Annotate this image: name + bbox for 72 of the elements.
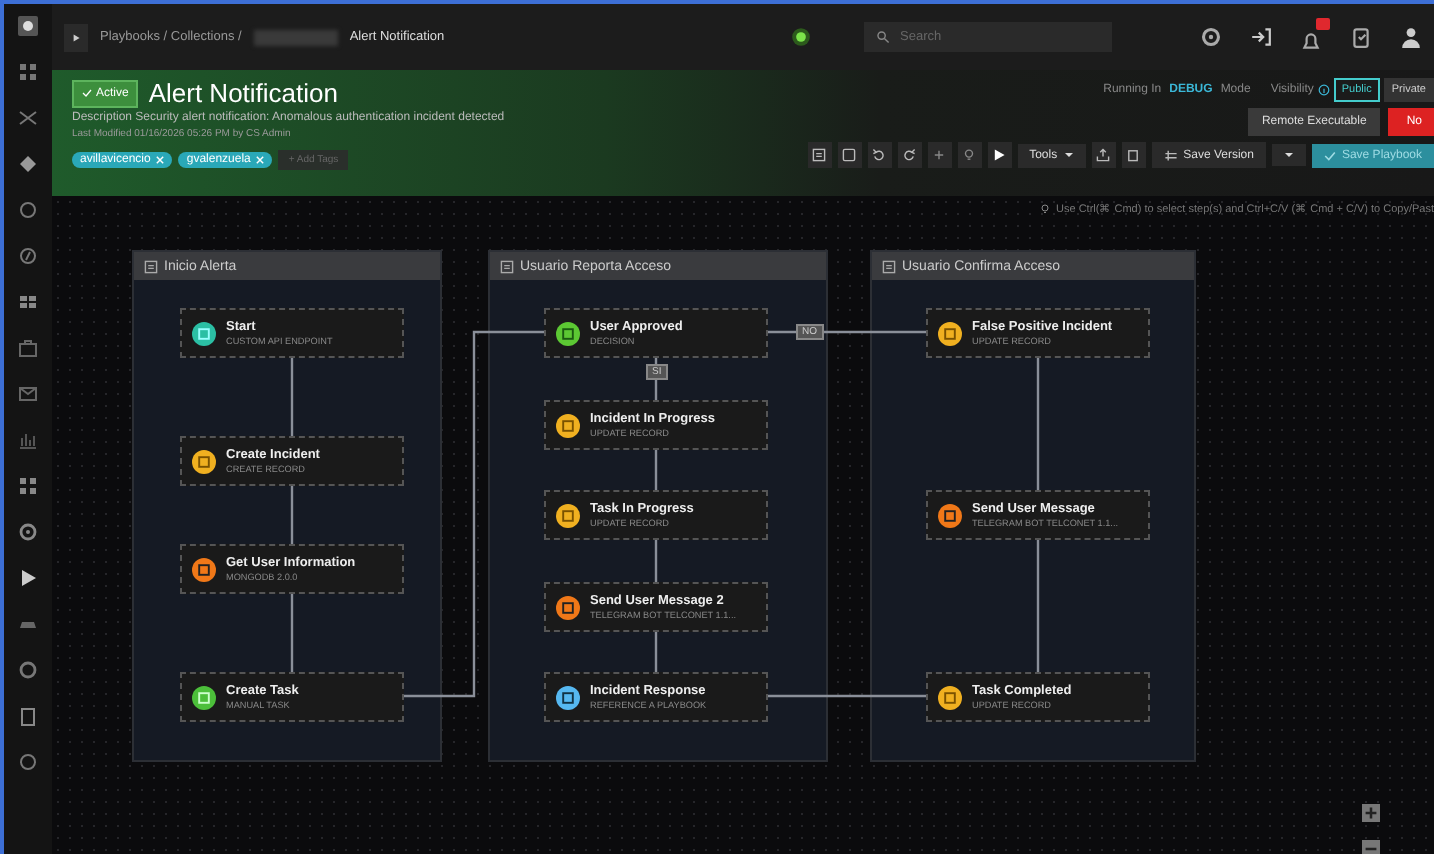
login-icon[interactable]: [1250, 26, 1272, 48]
play-icon[interactable]: [18, 568, 38, 588]
apps-icon[interactable]: [18, 476, 38, 496]
mail-icon[interactable]: [18, 384, 38, 404]
status-dot-icon: [790, 26, 812, 48]
step-icon: [192, 449, 216, 473]
connector-line: [290, 358, 294, 436]
connector-line: [290, 594, 294, 672]
version-icon: [1163, 148, 1178, 162]
step-icon: [938, 503, 962, 527]
diamond-icon[interactable]: [18, 154, 38, 174]
redo-icon: [902, 148, 917, 162]
step-icon: [556, 321, 580, 345]
note-icon: [842, 148, 857, 162]
caret-icon: [1283, 150, 1294, 160]
connector-line: [654, 450, 658, 490]
bulb-icon: [1040, 204, 1051, 214]
bulb-button[interactable]: [957, 142, 982, 168]
logo-icon[interactable]: [18, 16, 38, 36]
compass-icon[interactable]: [18, 246, 38, 266]
play-icon: [992, 148, 1007, 162]
list-icon: [812, 148, 827, 162]
redo-button[interactable]: [897, 142, 922, 168]
step-icon: [192, 685, 216, 709]
dropdown-button[interactable]: [1271, 144, 1306, 166]
bell-icon: [1300, 30, 1322, 52]
chart-icon[interactable]: [18, 430, 38, 450]
undo-icon: [872, 148, 887, 162]
sidebar-toggle[interactable]: [64, 23, 88, 51]
connector-line: [654, 540, 658, 582]
shuffle-icon[interactable]: [18, 108, 38, 128]
close-icon[interactable]: [156, 156, 165, 164]
connector-line: [290, 486, 294, 544]
step-icon: [938, 321, 962, 345]
clipboard-icon[interactable]: [18, 706, 38, 726]
step-icon: [556, 685, 580, 709]
grid-icon[interactable]: [18, 62, 38, 82]
lane-icon: [882, 259, 896, 273]
bulb-icon: [962, 148, 977, 162]
grid-icon[interactable]: [18, 292, 38, 312]
zoom-in-icon[interactable]: [1362, 804, 1380, 822]
caret-icon: [1063, 150, 1074, 160]
gear-icon[interactable]: [18, 522, 38, 542]
info-icon: [1317, 84, 1330, 96]
badge-mark: [1316, 18, 1330, 30]
redacted-mark: [253, 29, 338, 45]
step-icon: [556, 503, 580, 527]
zoom-out-icon[interactable]: [1362, 840, 1380, 854]
close-icon[interactable]: [256, 156, 265, 164]
connector-line: [654, 632, 658, 672]
lane-icon: [144, 259, 158, 273]
connector-line: [1036, 358, 1040, 490]
connector-line: [1036, 540, 1040, 672]
export-icon: [1096, 148, 1111, 162]
lane-icon: [500, 259, 514, 273]
clipboard-icon[interactable]: [1350, 26, 1372, 48]
step-icon: [192, 321, 216, 345]
undo-button[interactable]: [867, 142, 892, 168]
play-button[interactable]: [987, 142, 1012, 168]
list-button[interactable]: [807, 142, 832, 168]
note-button[interactable]: [837, 142, 862, 168]
step-icon: [556, 595, 580, 619]
playbook-title: Alert Notification: [148, 78, 338, 108]
play-icon: [70, 31, 82, 43]
step-icon: [192, 557, 216, 581]
check-icon: [1323, 149, 1336, 161]
check-icon: [82, 88, 92, 98]
user-icon[interactable]: [1400, 26, 1422, 48]
step-icon: [556, 413, 580, 437]
export-button[interactable]: [1091, 142, 1116, 168]
briefcase-icon[interactable]: [18, 338, 38, 358]
step-icon: [938, 685, 962, 709]
